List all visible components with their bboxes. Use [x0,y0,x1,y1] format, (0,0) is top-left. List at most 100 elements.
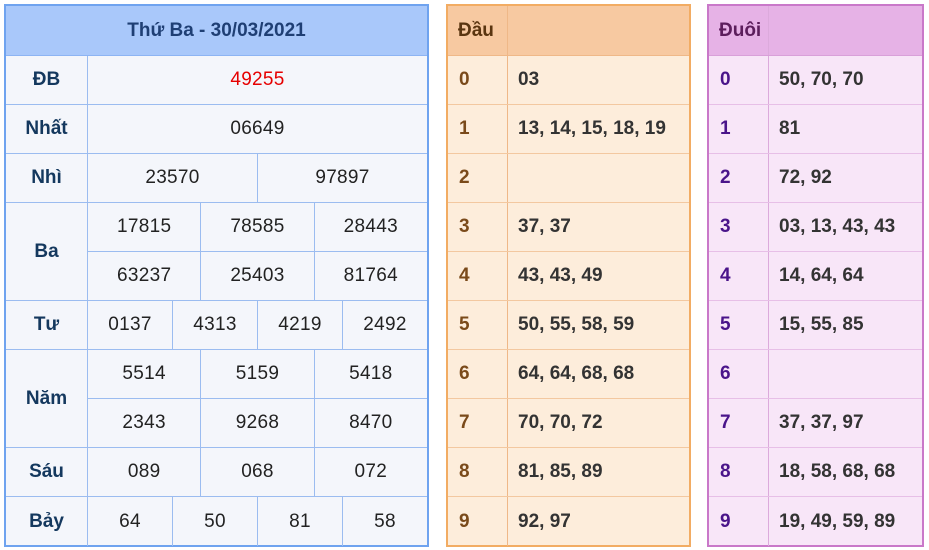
prize-number: 9268 [200,399,313,447]
tail-digit-row: 0 50, 70, 70 [709,56,922,105]
digit-key: 9 [448,497,508,546]
digit-values: 37, 37 [518,216,571,237]
tail-digit-row: 4 14, 64, 64 [709,252,922,301]
tail-digit-table: Đuôi 0 50, 70, 70 1 81 2 72, 92 3 03, 13, 43… [707,4,924,547]
head-digit-row: 3 37, 37 [448,203,689,252]
prize-label: ĐB [6,56,88,104]
prize-number: 58 [342,497,427,546]
tail-digit-row: 1 81 [709,105,922,154]
digit-key: 2 [709,154,769,202]
prize-label: Bảy [6,497,88,546]
digit-key: 1 [709,105,769,153]
digit-values: 64, 64, 68, 68 [518,363,635,384]
prize-number: 0137 [108,314,152,335]
digit-key: 8 [709,448,769,496]
digit-values: 13, 14, 15, 18, 19 [518,118,666,139]
digit-key: 0 [448,56,508,104]
digit-values: 18, 58, 68, 68 [779,461,896,482]
digit-values: 03 [518,69,540,90]
head-digit-table: Đầu 0 03 1 13, 14, 15, 18, 19 2 3 37, 37 44… [446,4,691,547]
digit-values: 50, 70, 70 [779,69,864,90]
prize-number: 28443 [313,203,427,251]
digit-key: 3 [448,203,508,251]
digit-values: 81 [779,118,801,139]
digit-key: 1 [448,105,508,153]
prize-number: 23570 [145,167,200,188]
digit-values: 81, 85, 89 [518,461,603,482]
prize-label: Sáu [6,448,88,496]
prize-number: 81764 [313,252,427,300]
tail-digit-row: 3 03, 13, 43, 43 [709,203,922,252]
prize-number: 2492 [342,301,427,349]
prize-label: Nhất [6,105,88,153]
digit-values: 03, 13, 43, 43 [779,216,896,237]
tail-digit-row: 7 37, 37, 97 [709,399,922,448]
prize-number: 5159 [200,350,313,398]
prize-number: 25403 [200,252,313,300]
prize-number: 64 [119,510,141,532]
prize-number: 2343 [122,412,166,433]
digit-values: 37, 37, 97 [779,412,864,433]
digit-values: 50, 55, 58, 59 [518,314,635,335]
digit-key: 7 [709,399,769,447]
digit-key: 8 [448,448,508,496]
prize-number: 8470 [313,399,427,447]
digit-values: 14, 64, 64 [779,265,864,286]
prize-number: 49255 [230,69,285,90]
digit-values: 72, 92 [779,167,832,188]
prize-number: 4219 [257,301,342,349]
head-digit-row: 5 50, 55, 58, 59 [448,301,689,350]
digit-key: 6 [448,350,508,398]
head-digit-row: 0 03 [448,56,689,105]
lottery-results-table: Thứ Ba - 30/03/2021 ĐB 49255 Nhất 06649 … [4,4,429,547]
head-digit-row: 8 81, 85, 89 [448,448,689,497]
prize-number: 63237 [116,265,172,286]
digit-key: 3 [709,203,769,251]
tail-digit-row: 5 15, 55, 85 [709,301,922,350]
digit-key: 0 [709,56,769,104]
digit-values: 92, 97 [518,510,571,532]
prize-number: 50 [172,497,257,546]
prize-number: 78585 [200,203,313,251]
digit-key: 6 [709,350,769,398]
prize-label: Nhì [6,154,88,202]
head-digit-row: 6 64, 64, 68, 68 [448,350,689,399]
results-date-title: Thứ Ba - 30/03/2021 [6,6,427,56]
prize-number: 5418 [313,350,427,398]
digit-values: 19, 49, 59, 89 [779,510,896,532]
head-digit-header: Đầu [448,6,689,56]
digit-key: 5 [709,301,769,349]
prize-number: 068 [200,448,313,496]
tail-digit-row: 8 18, 58, 68, 68 [709,448,922,497]
prize-row-second: Nhì 23570 97897 [6,154,427,203]
head-digit-row: 1 13, 14, 15, 18, 19 [448,105,689,154]
digit-key: 7 [448,399,508,447]
head-digit-row: 2 [448,154,689,203]
prize-label: Tư [6,301,88,349]
digit-values [508,154,689,202]
digit-key: 4 [448,252,508,300]
prize-label: Năm [6,350,88,447]
digit-values: 70, 70, 72 [518,412,603,433]
tail-digit-row: 9 19, 49, 59, 89 [709,497,922,546]
head-digit-row: 4 43, 43, 49 [448,252,689,301]
digit-values: 15, 55, 85 [779,314,864,335]
prize-label: Ba [6,203,88,300]
prize-row-first: Nhất 06649 [6,105,427,154]
prize-row-fifth: Năm 5514 5159 5418 2343 9268 8470 [6,350,427,448]
head-digit-row: 9 92, 97 [448,497,689,546]
prize-number: 17815 [116,216,172,237]
prize-row-special: ĐB 49255 [6,56,427,105]
tail-digit-row: 2 72, 92 [709,154,922,203]
prize-row-third: Ba 17815 78585 28443 63237 25403 81764 [6,203,427,301]
prize-row-fourth: Tư 0137 4313 4219 2492 [6,301,427,350]
tail-digit-header-label: Đuôi [709,6,769,55]
prize-number: 06649 [230,118,285,139]
digit-key: 2 [448,154,508,202]
digit-key: 5 [448,301,508,349]
prize-row-seventh: Bảy 64 50 81 58 [6,497,427,546]
tail-digit-header: Đuôi [709,6,922,56]
prize-number: 81 [257,497,342,546]
head-digit-row: 7 70, 70, 72 [448,399,689,448]
prize-row-sixth: Sáu 089 068 072 [6,448,427,497]
